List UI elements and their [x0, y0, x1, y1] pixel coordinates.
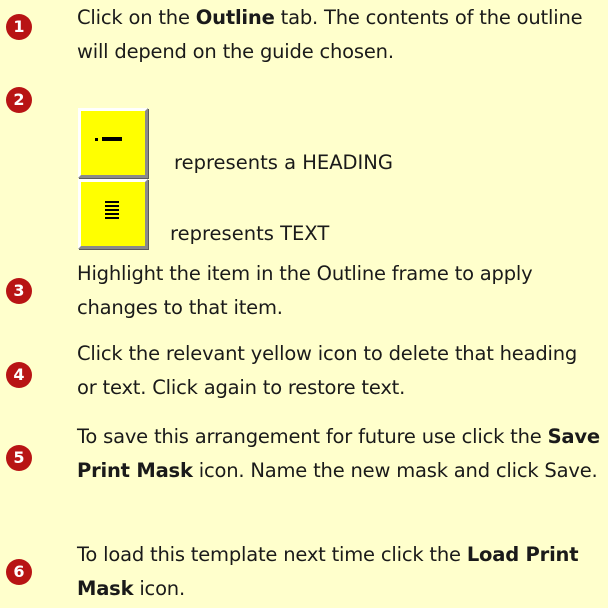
step-4-number: 4 [6, 362, 32, 388]
step-1-text: Click on the Outline tab. The contents o… [77, 1, 602, 69]
text-icon-label: represents TEXT [170, 222, 330, 245]
step-1-number: 1 [6, 14, 32, 40]
step-5-text-post: icon. Name the new mask and click Save. [192, 459, 598, 482]
instruction-page: 1 Click on the Outline tab. The contents… [0, 0, 608, 608]
step-6-text: To load this template next time click th… [77, 538, 602, 606]
step-6-text-pre: To load this template next time click th… [77, 543, 467, 566]
step-3-text: Highlight the item in the Outline frame … [77, 262, 533, 319]
heading-glyph [95, 137, 125, 143]
text-icon[interactable] [78, 179, 148, 249]
step-4-text: Click the relevant yellow icon to delete… [77, 342, 578, 399]
heading-icon[interactable] [78, 108, 148, 178]
step-3-number: 3 [6, 278, 32, 304]
heading-icon-label: represents a HEADING [174, 151, 394, 174]
text-glyph [105, 201, 119, 223]
step-5-number: 5 [6, 445, 32, 471]
step-1-text-pre: Click on the [77, 6, 196, 29]
step-5-text-pre: To save this arrangement for future use … [77, 425, 548, 448]
step-2-number: 2 [6, 87, 32, 113]
step-6-number: 6 [6, 559, 32, 585]
step-1-bold: Outline [195, 6, 275, 29]
step-6-text-post: icon. [133, 577, 185, 600]
step-5-text: To save this arrangement for future use … [77, 420, 602, 488]
